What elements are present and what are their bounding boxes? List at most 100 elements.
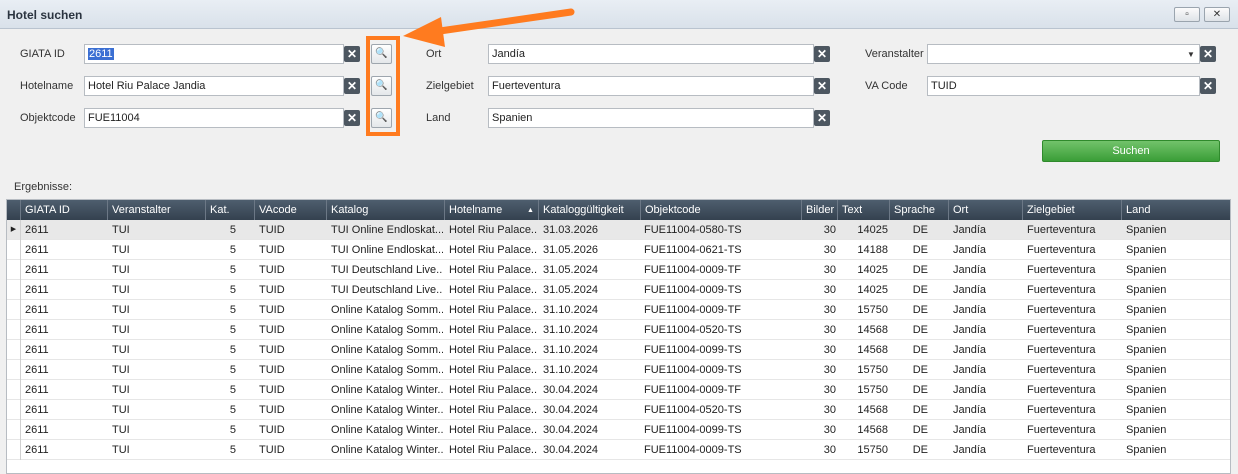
row-indicator[interactable]	[7, 440, 21, 460]
cell-land: Spanien	[1126, 304, 1167, 316]
table-row[interactable]: 2611 TUI 5 TUID Online Katalog Somm... Hotel …	[7, 320, 1230, 340]
cell-katalog: Online Katalog Winter...	[331, 424, 443, 436]
restore-button[interactable]: ▫	[1174, 7, 1200, 22]
cell-hotelname: Hotel Riu Palace...	[449, 224, 537, 236]
cell-katalog: Online Katalog Winter...	[331, 384, 443, 396]
column-header-zielgebiet[interactable]: Zielgebiet	[1023, 200, 1122, 220]
row-indicator[interactable]	[7, 260, 21, 280]
ort-clear-button[interactable]: ✕	[814, 46, 830, 62]
column-header-land[interactable]: Land	[1122, 200, 1230, 220]
column-header-veranstalter[interactable]: Veranstalter	[108, 200, 206, 220]
cell-veranstalter: TUI	[112, 304, 130, 316]
column-header-kataloggueltigkeit[interactable]: Kataloggültigkeit	[539, 200, 641, 220]
cell-hotelname: Hotel Riu Palace...	[449, 384, 537, 396]
hotelname-clear-button[interactable]: ✕	[344, 78, 360, 94]
giata-id-clear-button[interactable]: ✕	[344, 46, 360, 62]
cell-objektcode: FUE11004-0099-TS	[644, 344, 742, 356]
row-indicator[interactable]	[7, 320, 21, 340]
cell-objektcode: FUE11004-0580-TS	[644, 224, 742, 236]
cell-objektcode: FUE11004-0009-TS	[644, 444, 742, 456]
va-code-field[interactable]: TUID	[927, 76, 1200, 96]
clear-icon: ✕	[1202, 47, 1214, 61]
row-indicator[interactable]	[7, 420, 21, 440]
cell-veranstalter: TUI	[112, 444, 130, 456]
cell-kataloggueltigkeit: 31.05.2024	[543, 264, 599, 276]
window-title: Hotel suchen	[7, 8, 83, 22]
cell-kat: 5	[229, 244, 236, 256]
close-button[interactable]: ✕	[1204, 7, 1230, 22]
cell-katalog: Online Katalog Somm...	[331, 324, 443, 336]
column-header-giata-id[interactable]: GIATA ID	[21, 200, 108, 220]
column-header-katalog[interactable]: Katalog	[327, 200, 445, 220]
row-indicator[interactable]	[7, 400, 21, 420]
table-row[interactable]: 2611 TUI 5 TUID Online Katalog Winter... Hote…	[7, 380, 1230, 400]
column-header-bilder[interactable]: Bilder	[802, 200, 838, 220]
cell-sprache: DE	[912, 324, 928, 336]
zielgebiet-field[interactable]: Fuerteventura	[488, 76, 814, 96]
hotelname-field[interactable]: Hotel Riu Palace Jandia	[84, 76, 344, 96]
table-row[interactable]: 2611 TUI 5 TUID Online Katalog Winter... Hote…	[7, 440, 1230, 460]
zielgebiet-clear-button[interactable]: ✕	[814, 78, 830, 94]
cell-zielgebiet: Fuerteventura	[1027, 364, 1096, 376]
cell-kataloggueltigkeit: 30.04.2024	[543, 444, 599, 456]
column-header-kat[interactable]: Kat.	[206, 200, 255, 220]
table-row[interactable]: 2611 TUI 5 TUID Online Katalog Somm... Hotel …	[7, 300, 1230, 320]
table-row[interactable]: 2611 TUI 5 TUID Online Katalog Winter... Hote…	[7, 420, 1230, 440]
cell-text: 15750	[857, 444, 888, 456]
row-indicator[interactable]	[7, 340, 21, 360]
window-titlebar: Hotel suchen ▫ ✕	[0, 0, 1238, 29]
cell-text: 15750	[857, 364, 888, 376]
table-row[interactable]: 2611 TUI 5 TUID Online Katalog Somm... Hotel …	[7, 360, 1230, 380]
cell-ort: Jandía	[953, 324, 987, 336]
cell-text: 14025	[857, 284, 888, 296]
column-header-ort[interactable]: Ort	[949, 200, 1023, 220]
chevron-down-icon[interactable]: ▼	[1187, 50, 1195, 59]
cell-vacode: TUID	[259, 304, 285, 316]
cell-land: Spanien	[1126, 264, 1167, 276]
cell-objektcode: FUE11004-0009-TS	[644, 364, 742, 376]
clear-icon: ✕	[346, 47, 358, 61]
cell-hotelname: Hotel Riu Palace...	[449, 444, 537, 456]
cell-veranstalter: TUI	[112, 424, 130, 436]
column-header-hotelname[interactable]: Hotelname	[445, 200, 539, 220]
table-row[interactable]: 2611 TUI 5 TUID Online Katalog Winter... Hote…	[7, 400, 1230, 420]
column-header-vacode[interactable]: VAcode	[255, 200, 327, 220]
cell-veranstalter: TUI	[112, 284, 130, 296]
row-indicator[interactable]	[7, 360, 21, 380]
giata-id-label: GIATA ID	[20, 48, 65, 60]
table-row[interactable]: ▶ 2611 TUI 5 TUID TUI Online Endloskat... Hote…	[7, 220, 1230, 240]
column-header-sprache[interactable]: Sprache	[890, 200, 949, 220]
column-header-text[interactable]: Text	[838, 200, 890, 220]
va-code-clear-button[interactable]: ✕	[1200, 78, 1216, 94]
table-row[interactable]: 2611 TUI 5 TUID Online Katalog Somm... Hotel …	[7, 340, 1230, 360]
clear-icon: ✕	[346, 111, 358, 125]
land-clear-button[interactable]: ✕	[814, 110, 830, 126]
row-indicator[interactable]: ▶	[7, 220, 21, 240]
cell-land: Spanien	[1126, 364, 1167, 376]
objektcode-field[interactable]: FUE11004	[84, 108, 344, 128]
veranstalter-clear-button[interactable]: ✕	[1200, 46, 1216, 62]
objektcode-clear-button[interactable]: ✕	[344, 110, 360, 126]
row-indicator[interactable]	[7, 280, 21, 300]
row-indicator[interactable]	[7, 240, 21, 260]
suchen-button[interactable]: Suchen	[1042, 140, 1220, 162]
table-row[interactable]: 2611 TUI 5 TUID TUI Deutschland Live... Hotel…	[7, 260, 1230, 280]
table-row[interactable]: 2611 TUI 5 TUID TUI Online Endloskat... Hotel…	[7, 240, 1230, 260]
cell-sprache: DE	[912, 364, 928, 376]
results-grid[interactable]: GIATA ID Veranstalter Kat. VAcode Katalo…	[6, 199, 1231, 474]
land-field[interactable]: Spanien	[488, 108, 814, 128]
cell-giata-id: 2611	[25, 244, 49, 256]
table-row[interactable]: 2611 TUI 5 TUID TUI Deutschland Live... Hotel…	[7, 280, 1230, 300]
row-indicator[interactable]	[7, 300, 21, 320]
giata-id-field[interactable]: 2611	[84, 44, 344, 64]
cell-hotelname: Hotel Riu Palace...	[449, 264, 537, 276]
cell-hotelname: Hotel Riu Palace...	[449, 244, 537, 256]
veranstalter-dropdown[interactable]	[927, 44, 1200, 64]
cell-katalog: TUI Deutschland Live...	[331, 264, 443, 276]
ort-field[interactable]: Jandía	[488, 44, 814, 64]
cell-bilder: 30	[823, 364, 836, 376]
cell-land: Spanien	[1126, 284, 1167, 296]
row-indicator[interactable]	[7, 380, 21, 400]
column-header-objektcode[interactable]: Objektcode	[641, 200, 802, 220]
arrow-icon	[403, 8, 575, 47]
